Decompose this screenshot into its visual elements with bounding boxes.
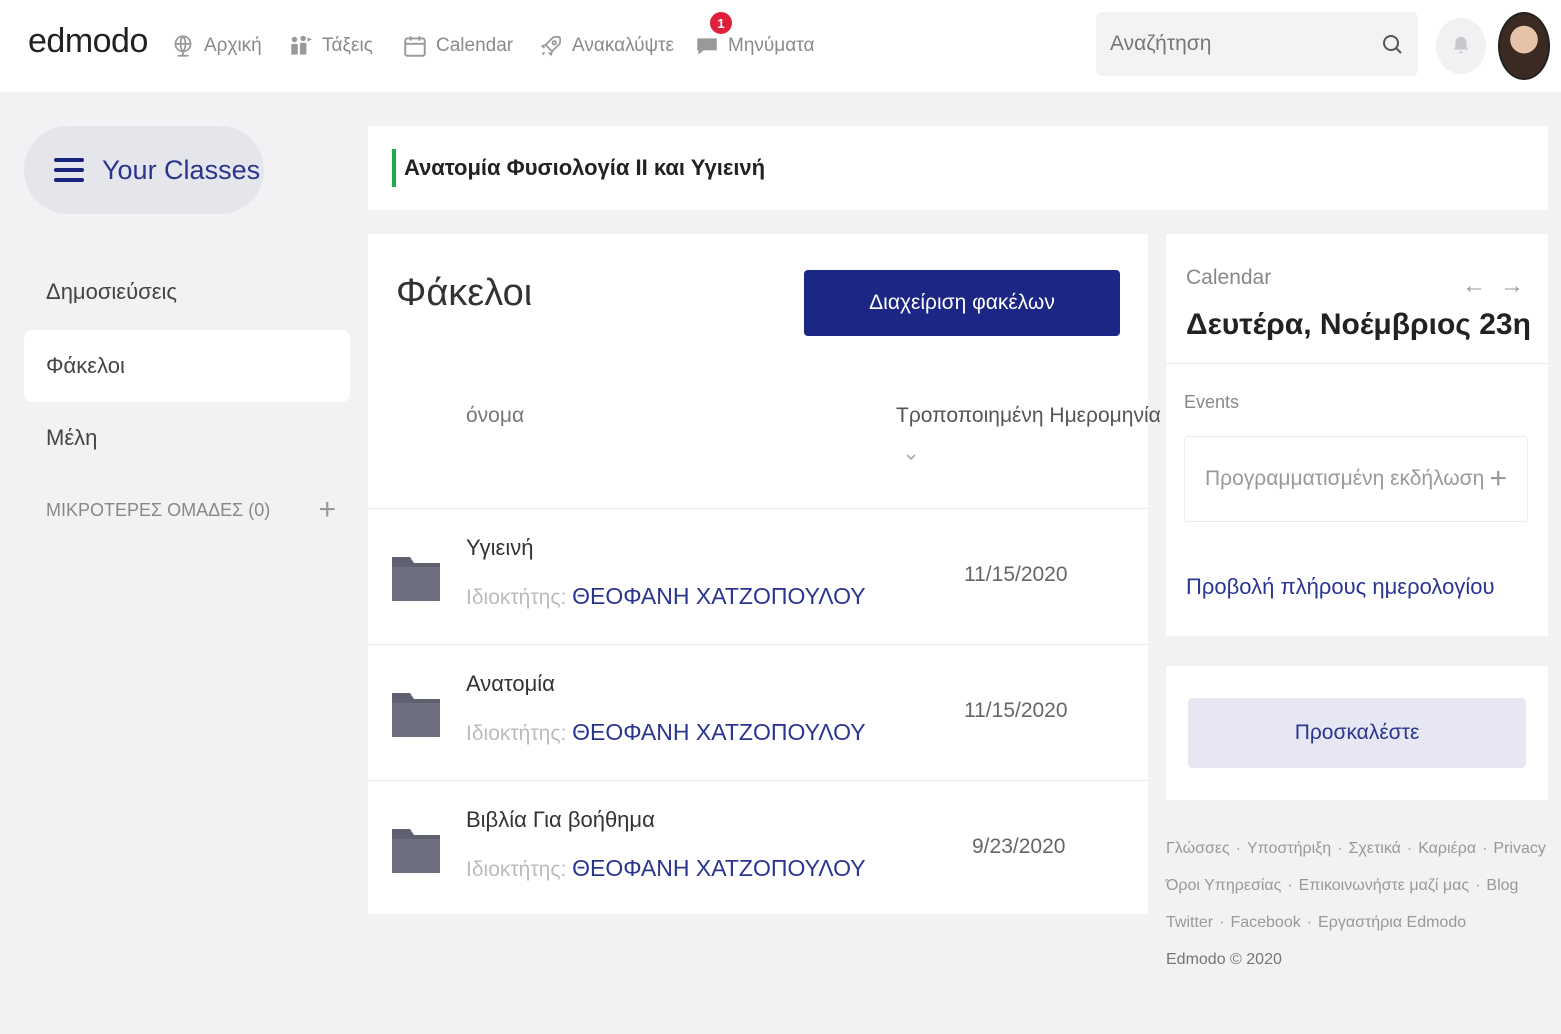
calendar-label: Calendar xyxy=(1186,266,1272,289)
column-header-modified-date[interactable]: Τροποποιημένη Ημερομηνία xyxy=(896,404,1161,428)
folder-name[interactable]: Ανατομία xyxy=(466,671,555,697)
sort-chevron-down-icon[interactable] xyxy=(904,450,918,464)
table-row[interactable]: Βιβλία Για βοήθημα Ιδιοκτήτης: ΘΕΟΦΑΝΗ Χ… xyxy=(368,780,1148,916)
footer-link[interactable]: Facebook xyxy=(1230,914,1300,931)
user-avatar[interactable] xyxy=(1498,12,1550,80)
owner-label: Ιδιοκτήτης: xyxy=(466,858,567,881)
calendar-header: Calendar ← → Δευτέρα, Νοέμβριος 23η xyxy=(1166,234,1548,364)
owner-label: Ιδιοκτήτης: xyxy=(466,722,567,745)
footer-link[interactable]: Blog xyxy=(1486,877,1518,894)
search-icon[interactable] xyxy=(1380,32,1404,56)
rocket-icon xyxy=(540,35,562,57)
folder-name[interactable]: Βιβλία Για βοήθημα xyxy=(466,807,655,833)
invite-card: Προσκαλέστε xyxy=(1166,666,1548,800)
globe-icon xyxy=(174,35,192,57)
nav-discover[interactable]: Ανακαλύψτε xyxy=(538,30,674,62)
nav-classes[interactable]: Τάξεις xyxy=(288,30,373,62)
sidebar-item-folders[interactable]: Φάκελοι xyxy=(24,330,350,402)
footer-copyright: Edmodo © 2020 xyxy=(1166,951,1282,968)
your-classes-label: Your Classes xyxy=(102,154,261,185)
footer-link[interactable]: Όροι Υπηρεσίας xyxy=(1166,877,1281,894)
search-box xyxy=(1096,12,1418,76)
footer-links-line-1: Γλώσσες · Υποστήριξη · Σχετικά · Καριέρα · Priva… xyxy=(1166,840,1546,857)
footer-links-line-2: Όροι Υπηρεσίας · Επικοινωνήστε μαζί μας · Bl… xyxy=(1166,877,1519,894)
small-groups-section: ΜΙΚΡΟΤΕΡΕΣ ΟΜΑΔΕΣ (0) + xyxy=(46,490,336,530)
view-full-calendar-link[interactable]: Προβολή πλήρους ημερολογίου xyxy=(1186,574,1494,600)
calendar-card: Calendar ← → Δευτέρα, Νοέμβριος 23η Even… xyxy=(1166,234,1548,636)
arrow-right-icon[interactable]: → xyxy=(1500,272,1524,300)
folder-modified-date: 9/23/2020 xyxy=(972,835,1066,858)
nav-classes-label: Τάξεις xyxy=(322,35,373,56)
small-groups-label: ΜΙΚΡΟΤΕΡΕΣ ΟΜΑΔΕΣ (0) xyxy=(46,499,271,520)
footer-link[interactable]: Υποστήριξη xyxy=(1247,840,1331,857)
owner-name-link[interactable]: ΘΕΟΦΑΝΗ ΧΑΤΖΟΠΟΥΛΟΥ xyxy=(572,583,866,609)
scheduled-event-add[interactable]: Προγραμματισμένη εκδήλωση + xyxy=(1184,436,1528,522)
sidebar-item-posts[interactable]: Δημοσιεύσεις xyxy=(24,256,350,328)
folder-icon xyxy=(392,557,440,601)
add-event-plus-icon[interactable]: + xyxy=(1489,464,1507,494)
sidebar-item-label: Μέλη xyxy=(46,425,98,450)
folder-owner: Ιδιοκτήτης: ΘΕΟΦΑΝΗ ΧΑΤΖΟΠΟΥΛΟΥ xyxy=(466,719,866,746)
calendar-icon xyxy=(404,36,426,57)
hamburger-menu-icon xyxy=(54,158,84,182)
owner-name-link[interactable]: ΘΕΟΦΑΝΗ ΧΑΤΖΟΠΟΥΛΟΥ xyxy=(572,855,866,881)
class-color-accent xyxy=(392,149,396,187)
footer-links-line-3: Twitter · Facebook · Εργαστήρια Edmodo xyxy=(1166,914,1467,931)
nav-messages-label: Μηνύματα xyxy=(728,35,815,56)
folder-name[interactable]: Υγιεινή xyxy=(466,535,533,561)
folder-modified-date: 11/15/2020 xyxy=(964,563,1068,586)
folder-icon xyxy=(392,829,440,873)
edmodo-logo[interactable]: edmodo xyxy=(28,22,148,61)
your-classes-button[interactable]: Your Classes xyxy=(24,126,264,214)
nav-calendar[interactable]: Calendar xyxy=(402,30,513,62)
footer-link[interactable]: Twitter xyxy=(1166,914,1213,931)
nav-discover-label: Ανακαλύψτε xyxy=(572,35,675,56)
arrow-left-icon[interactable]: ← xyxy=(1462,272,1486,300)
add-small-group-plus-icon[interactable]: + xyxy=(318,495,336,525)
scheduled-event-label: Προγραμματισμένη εκδήλωση xyxy=(1205,467,1485,490)
folder-owner: Ιδιοκτήτης: ΘΕΟΦΑΝΗ ΧΑΤΖΟΠΟΥΛΟΥ xyxy=(466,583,866,610)
footer-link[interactable]: Privacy xyxy=(1493,840,1545,857)
footer-link[interactable]: Επικοινωνήστε μαζί μας xyxy=(1299,877,1469,894)
sidebar-item-members[interactable]: Μέλη xyxy=(24,402,350,474)
nav-home[interactable]: Αρχική xyxy=(170,30,262,62)
notifications-button[interactable] xyxy=(1436,18,1486,74)
footer-link[interactable]: Σχετικά xyxy=(1349,840,1401,857)
sidebar-item-label: Φάκελοι xyxy=(46,353,125,378)
sidebar-item-label: Δημοσιεύσεις xyxy=(46,279,178,304)
footer: Γλώσσες · Υποστήριξη · Σχετικά · Καριέρα · Priva… xyxy=(1166,830,1546,978)
class-title: Ανατομία Φυσιολογία ΙΙ και Υγιεινή xyxy=(404,155,766,180)
owner-label: Ιδιοκτήτης: xyxy=(466,586,567,609)
messages-badge: 1 xyxy=(710,12,732,34)
search-input[interactable] xyxy=(1110,12,1370,76)
nav-messages[interactable]: 1 Μηνύματα xyxy=(694,12,815,62)
folder-icon xyxy=(392,693,440,737)
bell-icon xyxy=(1453,36,1469,54)
folder-modified-date: 11/15/2020 xyxy=(964,699,1068,722)
column-header-name[interactable]: όνομα xyxy=(466,404,524,428)
top-nav-bar: edmodo Αρχική Τάξεις Calendar Ανακαλύψτε… xyxy=(0,0,1561,92)
nav-home-label: Αρχική xyxy=(204,35,262,56)
table-row[interactable]: Υγιεινή Ιδιοκτήτης: ΘΕΟΦΑΝΗ ΧΑΤΖΟΠΟΥΛΟΥ … xyxy=(368,508,1148,644)
events-label: Events xyxy=(1184,392,1240,412)
class-title-bar: Ανατομία Φυσιολογία ΙΙ και Υγιεινή xyxy=(368,126,1548,210)
calendar-nav: ← → xyxy=(1462,272,1524,300)
table-row[interactable]: Ανατομία Ιδιοκτήτης: ΘΕΟΦΑΝΗ ΧΑΤΖΟΠΟΥΛΟΥ… xyxy=(368,644,1148,780)
owner-name-link[interactable]: ΘΕΟΦΑΝΗ ΧΑΤΖΟΠΟΥΛΟΥ xyxy=(572,719,866,745)
folders-title: Φάκελοι xyxy=(396,272,533,314)
invite-button[interactable]: Προσκαλέστε xyxy=(1188,698,1526,768)
footer-link[interactable]: Εργαστήρια Edmodo xyxy=(1318,914,1466,931)
nav-calendar-label: Calendar xyxy=(436,35,514,56)
classes-icon xyxy=(291,35,312,55)
folder-owner: Ιδιοκτήτης: ΘΕΟΦΑΝΗ ΧΑΤΖΟΠΟΥΛΟΥ xyxy=(466,855,866,882)
manage-folders-button[interactable]: Διαχείριση φακέλων xyxy=(804,270,1120,336)
folders-panel: Φάκελοι Διαχείριση φακέλων όνομα Τροποπο… xyxy=(368,234,1161,916)
footer-link[interactable]: Καριέρα xyxy=(1418,840,1476,857)
messages-icon xyxy=(697,38,717,55)
footer-link[interactable]: Γλώσσες xyxy=(1166,840,1230,857)
calendar-current-date: Δευτέρα, Νοέμβριος 23η xyxy=(1186,308,1531,341)
